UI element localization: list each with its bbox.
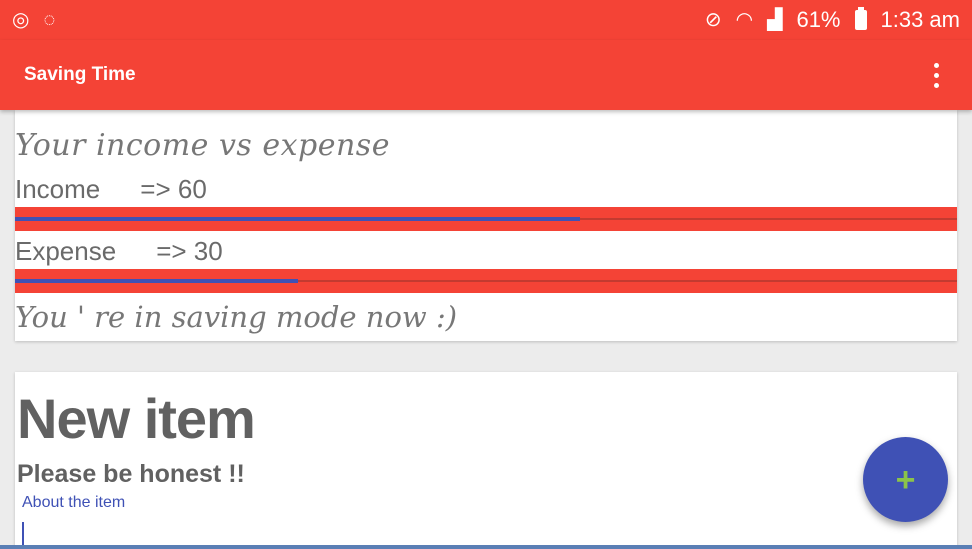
text-cursor [22,522,24,546]
income-label: Income [15,174,101,204]
status-bar: ◎ ◌ ⊘ ◠ ▟ 61% 1:33 am [0,0,972,40]
expense-row: Expense => 30 [15,236,223,267]
new-item-card: New item Please be honest !! About the i… [15,372,957,549]
saving-mode-message: You ' re in saving mode now :) [15,300,458,334]
income-value: => 60 [140,174,207,204]
app-title: Saving Time [24,64,136,85]
wifi-icon: ◠ [735,9,754,31]
expense-label: Expense [15,236,117,266]
plus-icon: + [895,460,916,499]
expense-progress-fill [15,279,298,283]
status-right-icons: ⊘ ◠ ▟ 61% 1:33 am [705,7,960,33]
summary-title: Your income vs expense [15,128,390,163]
battery-percent: 61% [796,7,841,32]
overflow-menu-icon[interactable] [924,60,948,90]
clock: 1:33 am [880,7,961,32]
expense-value: => 30 [156,236,223,266]
about-item-label: About the item [22,494,126,511]
status-left-icons: ◎ ◌ [12,10,55,30]
mute-icon: ⊘ [704,9,722,31]
income-row: Income => 60 [15,174,207,205]
battery-icon [854,7,867,30]
summary-card: Your income vs expense Income => 60 Expen… [15,110,957,341]
input-underline [0,545,972,549]
signal-icon: ▟ [767,9,783,31]
new-item-title: New item [17,387,256,450]
app-bar: Saving Time [0,40,972,110]
expense-progress-bar [15,269,957,293]
add-item-button[interactable]: + [863,437,948,522]
sync-icon: ◎ [12,9,30,31]
income-progress-bar [15,207,957,231]
honest-subtitle: Please be honest !! [17,460,245,488]
income-progress-fill [15,217,581,221]
whatsapp-icon: ◌ [43,9,56,31]
